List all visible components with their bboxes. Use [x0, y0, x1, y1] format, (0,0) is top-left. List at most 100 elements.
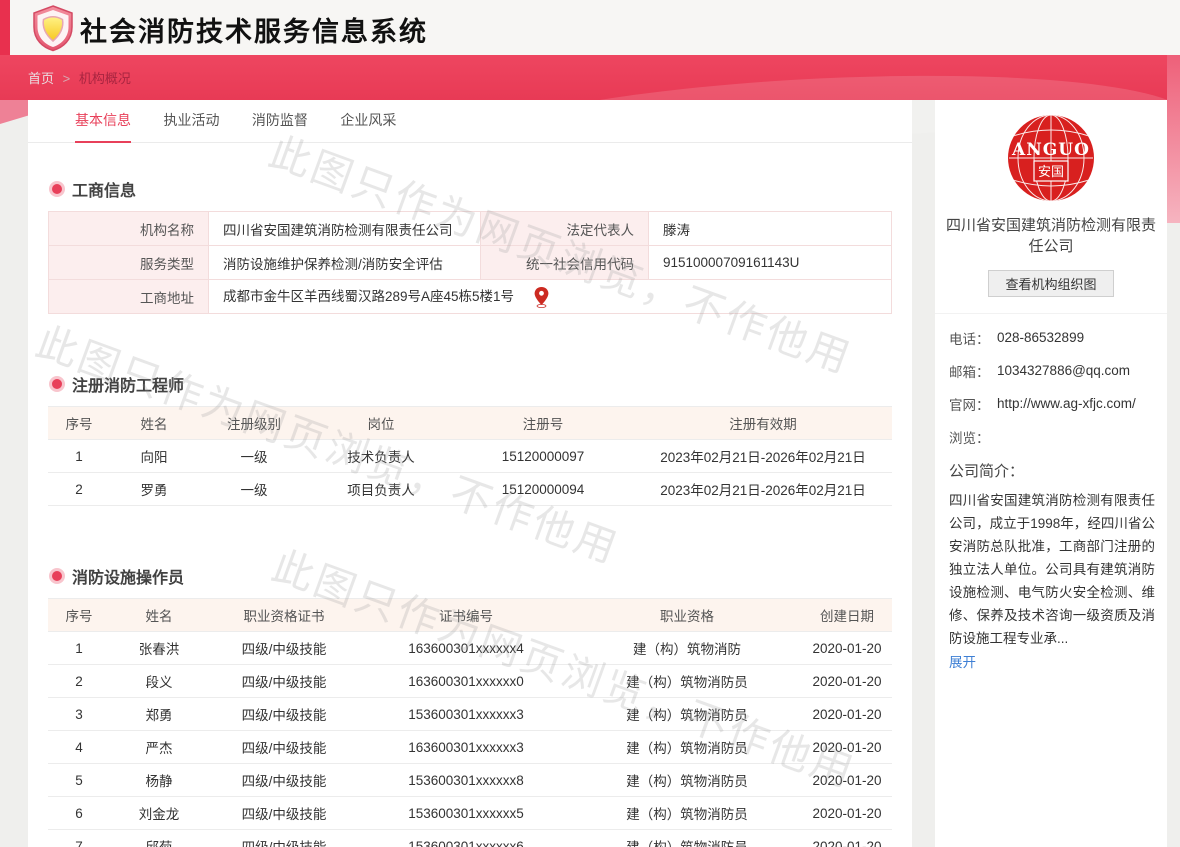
main-content-panel: 基本信息 执业活动 消防监督 企业风采 工商信息 机构名称 四川省安国建筑消防检… [28, 100, 912, 847]
cell: 张春洪 [110, 632, 208, 665]
breadcrumb: 首页 > 机构概况 [28, 68, 131, 87]
cell: 建（构）筑物消防 [572, 632, 802, 665]
tab-bar: 基本信息 执业活动 消防监督 企业风采 [28, 100, 912, 143]
breadcrumb-home-link[interactable]: 首页 [28, 71, 54, 86]
email-label: 邮箱： [949, 361, 997, 381]
cell: 3 [48, 698, 110, 731]
tab-fire-supervision[interactable]: 消防监督 [252, 100, 308, 143]
header-left-strip [0, 0, 10, 55]
col-seq: 序号 [48, 599, 110, 632]
svg-text:ANGUO: ANGUO [1011, 140, 1090, 160]
section-title-engineers: 注册消防工程师 [72, 372, 184, 396]
cell: 163600301xxxxxx3 [360, 731, 572, 764]
cell: 四级/中级技能 [208, 830, 360, 847]
cell: 一级 [198, 440, 310, 473]
website-label: 官网： [949, 394, 997, 414]
cell: 153600301xxxxxx3 [360, 698, 572, 731]
svg-text:安国: 安国 [1038, 164, 1064, 179]
phone-value: 028-86532899 [997, 328, 1084, 348]
cell: 严杰 [110, 731, 208, 764]
map-pin-icon[interactable] [534, 287, 549, 308]
contact-block: 电话： 028-86532899 邮箱： 1034327886@qq.com 官… [935, 313, 1167, 447]
section-business-info: 工商信息 [48, 177, 892, 201]
email-row: 邮箱： 1034327886@qq.com [949, 361, 1155, 381]
col-qualification: 职业资格 [572, 599, 802, 632]
table-row: 5 杨静 四级/中级技能 153600301xxxxxx8 建（构）筑物消防员 … [48, 764, 892, 797]
shield-logo-icon [30, 4, 76, 52]
red-dot-icon [52, 379, 62, 389]
table-row: 4 严杰 四级/中级技能 163600301xxxxxx3 建（构）筑物消防员 … [48, 731, 892, 764]
red-dot-icon [52, 571, 62, 581]
table-row: 1 张春洪 四级/中级技能 163600301xxxxxx4 建（构）筑物消防 … [48, 632, 892, 665]
cell: 2020-01-20 [802, 830, 892, 847]
cell: 5 [48, 764, 110, 797]
table-row: 1 向阳 一级 技术负责人 15120000097 2023年02月21日-20… [48, 440, 892, 473]
red-dot-icon [52, 184, 62, 194]
cell: 建（构）筑物消防员 [572, 830, 802, 847]
col-reg-no: 注册号 [452, 407, 634, 440]
table-row: 工商地址 成都市金牛区羊西线蜀汉路289号A座45栋5楼1号 [49, 280, 892, 314]
tab-company-gallery[interactable]: 企业风采 [340, 100, 396, 143]
col-validity: 注册有效期 [634, 407, 892, 440]
view-org-chart-button[interactable]: 查看机构组织图 [988, 270, 1114, 297]
col-name: 姓名 [110, 407, 198, 440]
section-title-business: 工商信息 [72, 177, 136, 201]
tab-basic-info[interactable]: 基本信息 [75, 100, 131, 143]
col-level: 注册级别 [198, 407, 310, 440]
cell: 2 [48, 473, 110, 506]
cell: 杨静 [110, 764, 208, 797]
cell: 建（构）筑物消防员 [572, 665, 802, 698]
cell: 1 [48, 632, 110, 665]
cell: 15120000097 [452, 440, 634, 473]
cell: 建（构）筑物消防员 [572, 764, 802, 797]
value-credit-code: 91510000709161143U [649, 246, 892, 280]
business-info-table: 机构名称 四川省安国建筑消防检测有限责任公司 法定代表人 滕涛 服务类型 消防设… [48, 211, 892, 314]
intro-title: 公司简介： [949, 460, 1167, 481]
page-title: 社会消防技术服务信息系统 [80, 10, 428, 49]
cell: 2020-01-20 [802, 764, 892, 797]
label-legal-rep: 法定代表人 [481, 212, 649, 246]
cell: 2020-01-20 [802, 731, 892, 764]
table-row: 7 邱菊 四级/中级技能 153600301xxxxxx6 建（构）筑物消防员 … [48, 830, 892, 847]
table-header-row: 序号 姓名 职业资格证书 证书编号 职业资格 创建日期 [48, 599, 892, 632]
value-legal-rep: 滕涛 [649, 212, 892, 246]
expand-link[interactable]: 展开 [949, 651, 976, 671]
col-position: 岗位 [310, 407, 452, 440]
section-engineers: 注册消防工程师 [48, 372, 892, 396]
cell: 郑勇 [110, 698, 208, 731]
section-title-operators: 消防设施操作员 [72, 564, 184, 588]
tab-practice-activity[interactable]: 执业活动 [163, 100, 219, 143]
cell: 153600301xxxxxx6 [360, 830, 572, 847]
cell: 四级/中级技能 [208, 764, 360, 797]
cell: 163600301xxxxxx0 [360, 665, 572, 698]
company-sidebar: ANGUO 安国 四川省安国建筑消防检测有限责任公司 查看机构组织图 电话： 0… [935, 100, 1167, 847]
label-credit-code: 统一社会信用代码 [481, 246, 649, 280]
col-seq: 序号 [48, 407, 110, 440]
col-name: 姓名 [110, 599, 208, 632]
cell: 4 [48, 731, 110, 764]
intro-text: 四川省安国建筑消防检测有限责任公司，成立于1998年，经四川省公安消防总队批准，… [935, 489, 1167, 650]
table-row: 2 罗勇 一级 项目负责人 15120000094 2023年02月21日-20… [48, 473, 892, 506]
col-created: 创建日期 [802, 599, 892, 632]
cell: 2023年02月21日-2026年02月21日 [634, 440, 892, 473]
value-address-cell: 成都市金牛区羊西线蜀汉路289号A座45栋5楼1号 [209, 280, 892, 314]
website-link[interactable]: http://www.ag-xfjc.com/ [997, 394, 1136, 414]
value-address: 成都市金牛区羊西线蜀汉路289号A座45栋5楼1号 [223, 289, 514, 304]
email-value: 1034327886@qq.com [997, 361, 1130, 381]
anguo-logo: ANGUO 安国 [1007, 114, 1095, 202]
cell: 向阳 [110, 440, 198, 473]
cell: 四级/中级技能 [208, 698, 360, 731]
cell: 7 [48, 830, 110, 847]
breadcrumb-current: 机构概况 [79, 71, 131, 86]
top-header: 社会消防技术服务信息系统 [0, 0, 1180, 55]
cell: 建（构）筑物消防员 [572, 698, 802, 731]
table-row: 服务类型 消防设施维护保养检测/消防安全评估 统一社会信用代码 91510000… [49, 246, 892, 280]
cell: 2020-01-20 [802, 665, 892, 698]
website-row: 官网： http://www.ag-xfjc.com/ [949, 394, 1155, 414]
cell: 1 [48, 440, 110, 473]
table-header-row: 序号 姓名 注册级别 岗位 注册号 注册有效期 [48, 407, 892, 440]
views-label: 浏览： [949, 427, 997, 447]
value-org-name: 四川省安国建筑消防检测有限责任公司 [209, 212, 481, 246]
operators-table: 序号 姓名 职业资格证书 证书编号 职业资格 创建日期 1 张春洪 四级/中级技… [48, 598, 892, 847]
cell: 一级 [198, 473, 310, 506]
